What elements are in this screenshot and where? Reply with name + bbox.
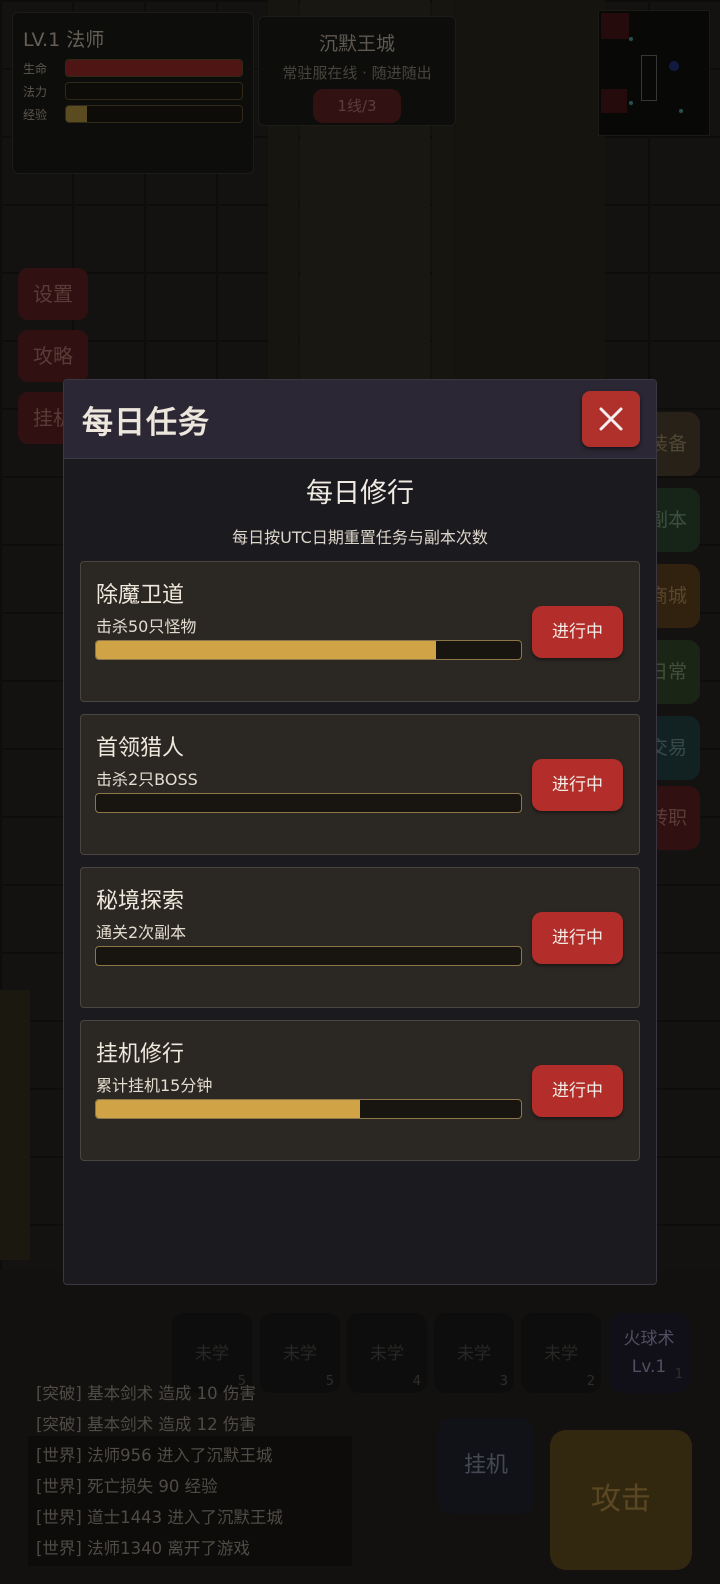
- task-progress-fill: [96, 641, 436, 659]
- task-name: 除魔卫道: [96, 583, 185, 608]
- close-button[interactable]: [582, 391, 640, 447]
- close-icon: [599, 407, 623, 431]
- task-progress-fill: [96, 1100, 360, 1118]
- reset-note: 每日按UTC日期重置任务与副本次数: [232, 528, 488, 547]
- modal-heading: 每日修行: [306, 478, 414, 509]
- task-progress-bar: [95, 946, 522, 966]
- task-name: 秘境探索: [96, 889, 185, 914]
- task-status-button[interactable]: 进行中: [532, 759, 623, 811]
- task-description: 击杀50只怪物: [96, 617, 197, 636]
- task-progress-bar: [95, 793, 522, 813]
- modal-title: 每日任务: [82, 404, 210, 441]
- task-card: 首领猎人 击杀2只BOSS 进行中: [80, 714, 640, 855]
- task-status-button[interactable]: 进行中: [532, 912, 623, 964]
- task-progress-bar: [95, 640, 522, 660]
- task-description: 累计挂机15分钟: [96, 1076, 213, 1095]
- modal-header: 每日任务: [64, 380, 656, 459]
- task-status-button[interactable]: 进行中: [532, 1065, 623, 1117]
- task-description: 击杀2只BOSS: [96, 770, 198, 789]
- task-card: 除魔卫道 击杀50只怪物 进行中: [80, 561, 640, 702]
- task-progress-bar: [95, 1099, 522, 1119]
- task-card: 秘境探索 通关2次副本 进行中: [80, 867, 640, 1008]
- task-status-button[interactable]: 进行中: [532, 606, 623, 658]
- task-name: 挂机修行: [96, 1042, 185, 1067]
- task-card: 挂机修行 累计挂机15分钟 进行中: [80, 1020, 640, 1161]
- task-list: 除魔卫道 击杀50只怪物 进行中 首领猎人 击杀2只BOSS 进行中 秘境探索 …: [80, 561, 640, 1173]
- daily-tasks-modal: 每日任务 每日修行 每日按UTC日期重置任务与副本次数 除魔卫道 击杀50只怪物…: [63, 379, 657, 1285]
- task-description: 通关2次副本: [96, 923, 187, 942]
- task-name: 首领猎人: [96, 736, 185, 761]
